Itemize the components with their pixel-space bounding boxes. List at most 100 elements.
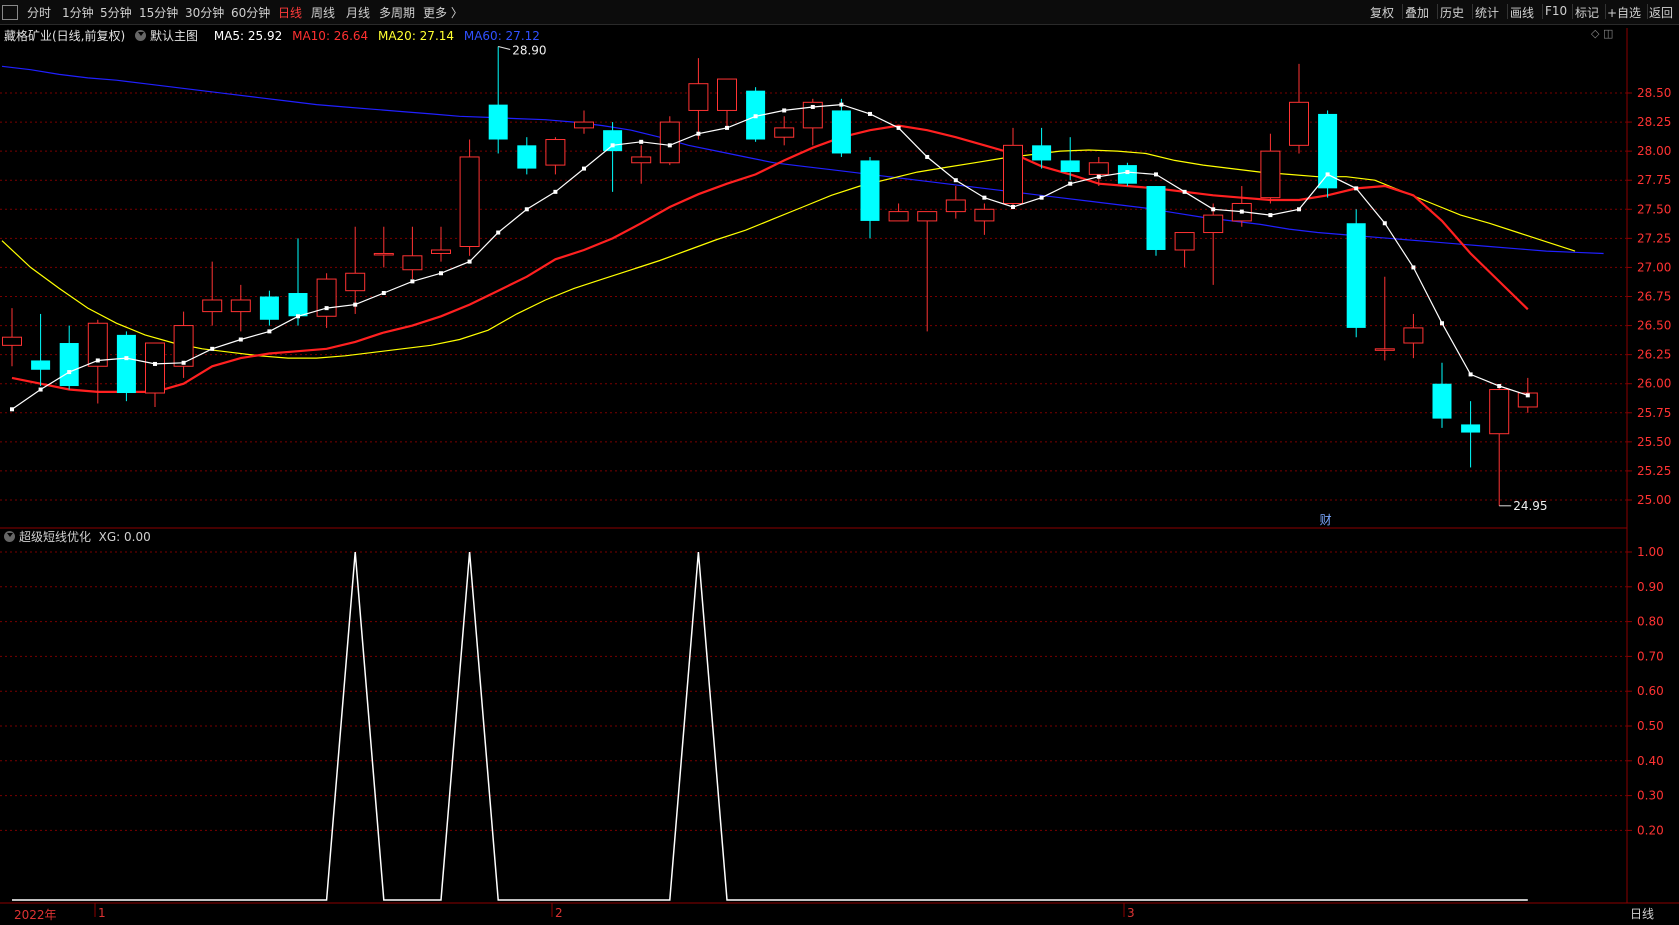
- stats-button[interactable]: 统计: [1475, 4, 1499, 21]
- y-tick-label: 0.40: [1637, 754, 1664, 768]
- ma5-point: [1440, 321, 1444, 326]
- y-tick-label: 26.75: [1637, 290, 1671, 304]
- ma5-point: [639, 139, 644, 144]
- template-selector[interactable]: 默认主图: [135, 29, 204, 43]
- ma5-point: [1239, 209, 1244, 214]
- ma5-point: [38, 387, 43, 392]
- ma5-point: [553, 189, 558, 194]
- candle-body: [888, 211, 909, 222]
- divider: [1402, 4, 1403, 19]
- ma5-point: [782, 108, 787, 113]
- candle-body: [145, 342, 165, 394]
- y-tick-label: 25.50: [1637, 435, 1671, 449]
- period-tab-15min[interactable]: 15分钟: [139, 4, 178, 21]
- ma60-legend: MA60: 27.12: [463, 29, 540, 43]
- ma5-point: [1011, 204, 1015, 209]
- y-tick-label: 28.50: [1637, 86, 1671, 100]
- candle-body: [831, 110, 851, 154]
- ma5-point: [353, 302, 358, 307]
- ma5-point: [1325, 172, 1330, 177]
- dropdown-icon[interactable]: [4, 531, 15, 542]
- ma10-legend: MA10: 26.64: [292, 29, 369, 43]
- candle-body: [1032, 145, 1052, 161]
- candle-body: [1346, 223, 1366, 328]
- candle-body: [230, 299, 251, 313]
- ma5-point: [868, 111, 872, 116]
- ma20-legend: MA20: 27.14: [377, 29, 455, 43]
- period-tab-60min[interactable]: 60分钟: [231, 4, 270, 21]
- history-button[interactable]: 历史: [1440, 4, 1464, 21]
- y-tick-label: 28.25: [1637, 115, 1671, 129]
- indicator-name[interactable]: 超级短线优化: [19, 530, 91, 544]
- add-watchlist-button[interactable]: +自选: [1607, 4, 1641, 21]
- y-tick-label: 25.75: [1637, 406, 1671, 420]
- period-tab-more[interactable]: 更多 〉: [423, 4, 463, 21]
- ma5-point: [925, 154, 930, 159]
- chart-area[interactable]: 28.50 28.25 28.00 27.75 27.50 27.25 27.00 26.75…: [0, 0, 1679, 925]
- candle-body: [974, 208, 995, 222]
- period-tab-monthly[interactable]: 月线: [346, 4, 370, 21]
- ma5-point: [1268, 213, 1273, 218]
- y-tick-label: 1.00: [1637, 545, 1664, 559]
- candle-body: [1403, 327, 1424, 344]
- ma5-point: [1354, 186, 1359, 191]
- period-tab-daily[interactable]: 日线: [278, 4, 302, 21]
- candle-body: [59, 343, 79, 387]
- candle-body: [1432, 383, 1452, 419]
- divider: [1472, 4, 1473, 19]
- draw-button[interactable]: 画线: [1510, 4, 1534, 21]
- app-menu-icon[interactable]: [2, 5, 18, 20]
- candle-body: [373, 252, 394, 256]
- main-chart-legend: 藏格矿业(日线,前复权) 默认主图 MA5: 25.92 MA10: 26.64…: [4, 27, 546, 43]
- divider: [1647, 4, 1648, 19]
- f10-button[interactable]: F10: [1545, 4, 1567, 18]
- candle-body: [345, 272, 366, 292]
- period-tab-30min[interactable]: 30分钟: [185, 4, 224, 21]
- panel-controls[interactable]: ◇ ◫: [1591, 27, 1613, 40]
- dropdown-icon: [135, 30, 147, 41]
- x-axis-month-label: 1: [98, 906, 106, 920]
- ma5-point: [95, 358, 100, 363]
- y-tick-label: 28.00: [1637, 144, 1671, 158]
- candle-body: [1088, 162, 1109, 175]
- overlay-button[interactable]: 叠加: [1405, 4, 1429, 21]
- divider: [1507, 4, 1508, 19]
- candle-body: [1289, 101, 1309, 146]
- candle-body: [1461, 424, 1481, 433]
- period-tab-fenshi[interactable]: 分时: [27, 4, 51, 21]
- period-indicator[interactable]: 日线: [1630, 905, 1654, 922]
- x-axis-month-label: 2: [555, 906, 563, 920]
- y-tick-label: 0.20: [1637, 823, 1664, 837]
- candle-body: [917, 211, 938, 222]
- template-name: 默认主图: [150, 29, 199, 43]
- adjust-button[interactable]: 复权: [1370, 4, 1394, 21]
- ma5-legend: MA5: 25.92: [213, 29, 283, 43]
- high-marker-line: [498, 46, 511, 50]
- period-tab-1min[interactable]: 1分钟: [62, 4, 94, 21]
- ma5-point: [610, 143, 615, 148]
- ma5-point: [1154, 172, 1158, 177]
- period-tab-multi[interactable]: 多周期: [379, 4, 415, 21]
- candle-body: [1174, 232, 1195, 251]
- period-tab-weekly[interactable]: 周线: [311, 4, 335, 21]
- period-tab-5min[interactable]: 5分钟: [100, 4, 132, 21]
- back-button[interactable]: 返回: [1649, 4, 1673, 21]
- candle-body: [1003, 144, 1023, 204]
- candle-body: [860, 160, 880, 221]
- mark-button[interactable]: 标记: [1575, 4, 1599, 21]
- y-tick-label: 26.50: [1637, 319, 1671, 333]
- candle-body: [1489, 389, 1510, 435]
- ma10-line: [11, 124, 1529, 393]
- ma5-point: [439, 271, 443, 276]
- candle-body: [631, 156, 652, 164]
- candle-body: [517, 145, 537, 169]
- candle-body: [402, 255, 423, 271]
- candle-body: [202, 299, 223, 313]
- candle-body: [717, 78, 737, 111]
- candle-body: [574, 121, 594, 129]
- candle-body: [1146, 186, 1166, 250]
- candle-body: [1203, 214, 1224, 234]
- candle-body: [774, 127, 795, 138]
- ma5-point: [982, 195, 987, 200]
- y-tick-label: 0.70: [1637, 649, 1664, 663]
